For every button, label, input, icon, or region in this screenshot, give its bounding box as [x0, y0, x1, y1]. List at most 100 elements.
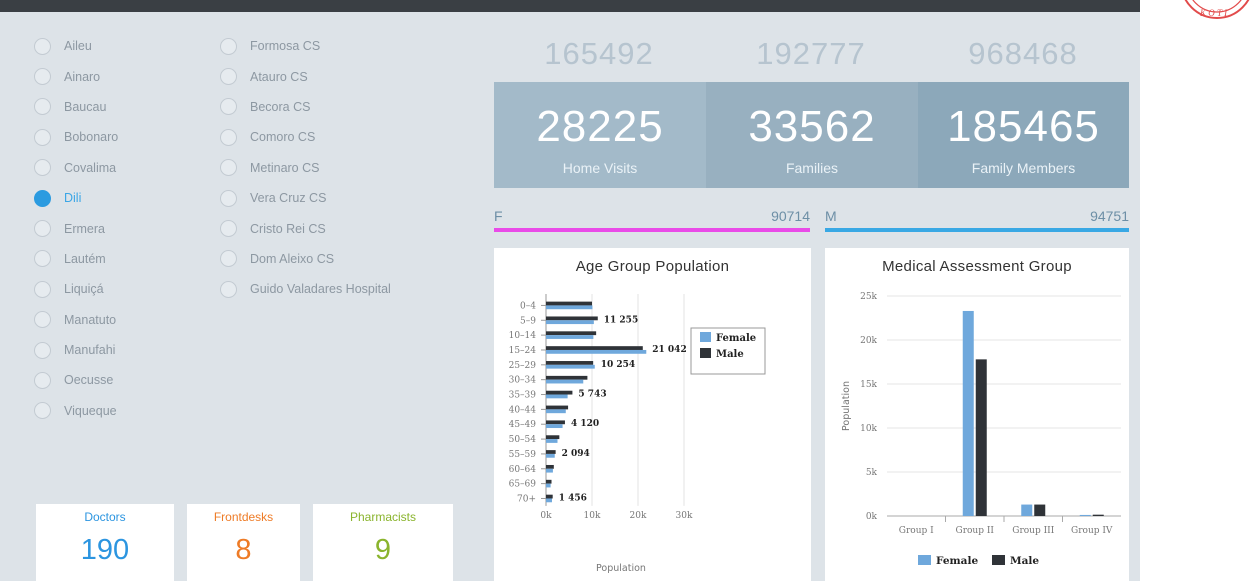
- district-label: Aileu: [64, 39, 92, 54]
- radio-button[interactable]: [34, 189, 51, 207]
- district-radio-8[interactable]: Liquiçá: [34, 274, 194, 304]
- district-radio-4[interactable]: Covalima: [34, 153, 194, 183]
- district-list: Aileu Ainaro Baucau Bobonaro Covalima Dili Erm…: [34, 31, 194, 426]
- home-visits-value: 28225: [536, 102, 664, 151]
- pharmacists-card: Pharmacists 9: [313, 504, 453, 581]
- families-value: 33562: [748, 102, 876, 151]
- male-total: M 94751: [825, 206, 1129, 232]
- district-radio-9[interactable]: Manatuto: [34, 305, 194, 335]
- facility-radio-8[interactable]: Guido Valadares Hospital: [220, 274, 460, 304]
- facility-radio-3[interactable]: Comoro CS: [220, 122, 460, 152]
- district-label: Lautém: [64, 251, 106, 266]
- y-tick-label: 15k: [860, 380, 877, 390]
- district-radio-12[interactable]: Viqueque: [34, 396, 194, 426]
- male-bar: [825, 228, 1129, 232]
- x-axis-label: Population: [596, 563, 646, 574]
- y-tick-label: 20k: [860, 336, 877, 346]
- x-tick-label: 0k: [540, 511, 552, 521]
- family-members-card: 185465 Family Members: [918, 82, 1129, 188]
- radio-button[interactable]: [220, 98, 237, 116]
- y-tick-label: 25k: [860, 292, 877, 302]
- data-label: 11 255: [604, 315, 638, 325]
- facility-label: Becora CS: [250, 99, 311, 114]
- radio-button[interactable]: [34, 402, 51, 420]
- radio-button[interactable]: [34, 159, 51, 177]
- data-label: 2 094: [562, 449, 590, 459]
- data-label: 21 042: [652, 345, 686, 355]
- facility-radio-4[interactable]: Metinaro CS: [220, 153, 460, 183]
- facility-label: Metinaro CS: [250, 160, 320, 175]
- district-label: Baucau: [64, 99, 107, 114]
- radio-button[interactable]: [34, 68, 51, 86]
- radio-button[interactable]: [34, 280, 51, 298]
- radio-button[interactable]: [220, 68, 237, 86]
- facility-radio-5[interactable]: Vera Cruz CS: [220, 183, 460, 213]
- y-tick-label: 5–9: [520, 316, 536, 326]
- bar-male: [975, 359, 987, 516]
- pharmacists-count: 9: [374, 534, 392, 566]
- legend-swatch: [992, 555, 1005, 565]
- y-tick-label: 50–54: [509, 435, 537, 445]
- district-label: Manatuto: [64, 312, 117, 327]
- age-chart-title: Age Group Population: [575, 258, 730, 275]
- district-radio-2[interactable]: Baucau: [34, 92, 194, 122]
- facility-radio-6[interactable]: Cristo Rei CS: [220, 213, 460, 243]
- y-tick-label: 0k: [866, 512, 878, 522]
- radio-button[interactable]: [34, 341, 51, 359]
- facility-radio-1[interactable]: Atauro CS: [220, 61, 460, 91]
- y-tick-label: 15–24: [509, 346, 537, 356]
- facility-radio-2[interactable]: Becora CS: [220, 92, 460, 122]
- radio-button[interactable]: [220, 159, 237, 177]
- age-group-chart: 0k 10k 20k 30k Population 0–4 5–9 10–14 15–24 25–…: [494, 248, 811, 581]
- district-radio-1[interactable]: Ainaro: [34, 61, 194, 91]
- radio-button[interactable]: [34, 311, 51, 329]
- y-tick-label: 40–44: [509, 405, 537, 415]
- top-bar: [0, 0, 1140, 12]
- district-radio-0[interactable]: Aileu: [34, 31, 194, 61]
- bar-male: [1092, 514, 1104, 516]
- facility-label: Vera Cruz CS: [250, 191, 327, 206]
- radio-button[interactable]: [220, 250, 237, 268]
- radio-button[interactable]: [34, 250, 51, 268]
- female-total: F 90714: [494, 206, 810, 232]
- facility-label: Cristo Rei CS: [250, 221, 326, 236]
- bar-male: [546, 361, 594, 365]
- bar-female: [546, 424, 563, 429]
- y-tick-label: 10k: [860, 424, 877, 434]
- district-label: Covalima: [64, 160, 117, 175]
- district-radio-7[interactable]: Lautém: [34, 244, 194, 274]
- radio-button[interactable]: [220, 37, 237, 55]
- facility-label: Atauro CS: [250, 69, 308, 84]
- bar-female: [546, 320, 594, 325]
- district-radio-11[interactable]: Oecusse: [34, 365, 194, 395]
- radio-button[interactable]: [34, 371, 51, 389]
- x-tick-label: 30k: [676, 511, 693, 521]
- y-tick-label: 5k: [866, 468, 878, 478]
- x-tick-label: Group IV: [1071, 526, 1113, 536]
- bar-female: [546, 364, 595, 369]
- district-radio-6[interactable]: Ermera: [34, 213, 194, 243]
- facility-radio-7[interactable]: Dom Aleixo CS: [220, 244, 460, 274]
- families-label: Families: [785, 160, 839, 176]
- radio-button[interactable]: [220, 189, 237, 207]
- radio-button[interactable]: [220, 220, 237, 238]
- radio-button[interactable]: [34, 128, 51, 146]
- radio-button[interactable]: [34, 220, 51, 238]
- y-tick-label: 0–4: [520, 301, 536, 311]
- summary-number-2: 192777: [756, 36, 866, 71]
- y-tick-label: 65–69: [509, 480, 537, 490]
- district-radio-3[interactable]: Bobonaro: [34, 122, 194, 152]
- facility-radio-0[interactable]: Formosa CS: [220, 31, 460, 61]
- medical-assessment-chart: 0k 5k 10k 15k 20k 25k Population Group I Group I…: [825, 248, 1129, 581]
- radio-button[interactable]: [220, 280, 237, 298]
- y-tick-label: 35–39: [509, 391, 537, 401]
- pharmacists-label: Pharmacists: [349, 510, 417, 524]
- district-radio-10[interactable]: Manufahi: [34, 335, 194, 365]
- bar-male: [546, 390, 573, 395]
- radio-button[interactable]: [34, 98, 51, 116]
- district-radio-5[interactable]: Dili: [34, 183, 194, 213]
- bar-male: [546, 405, 569, 410]
- radio-button[interactable]: [34, 37, 51, 55]
- bar-male: [546, 331, 597, 336]
- radio-button[interactable]: [220, 128, 237, 146]
